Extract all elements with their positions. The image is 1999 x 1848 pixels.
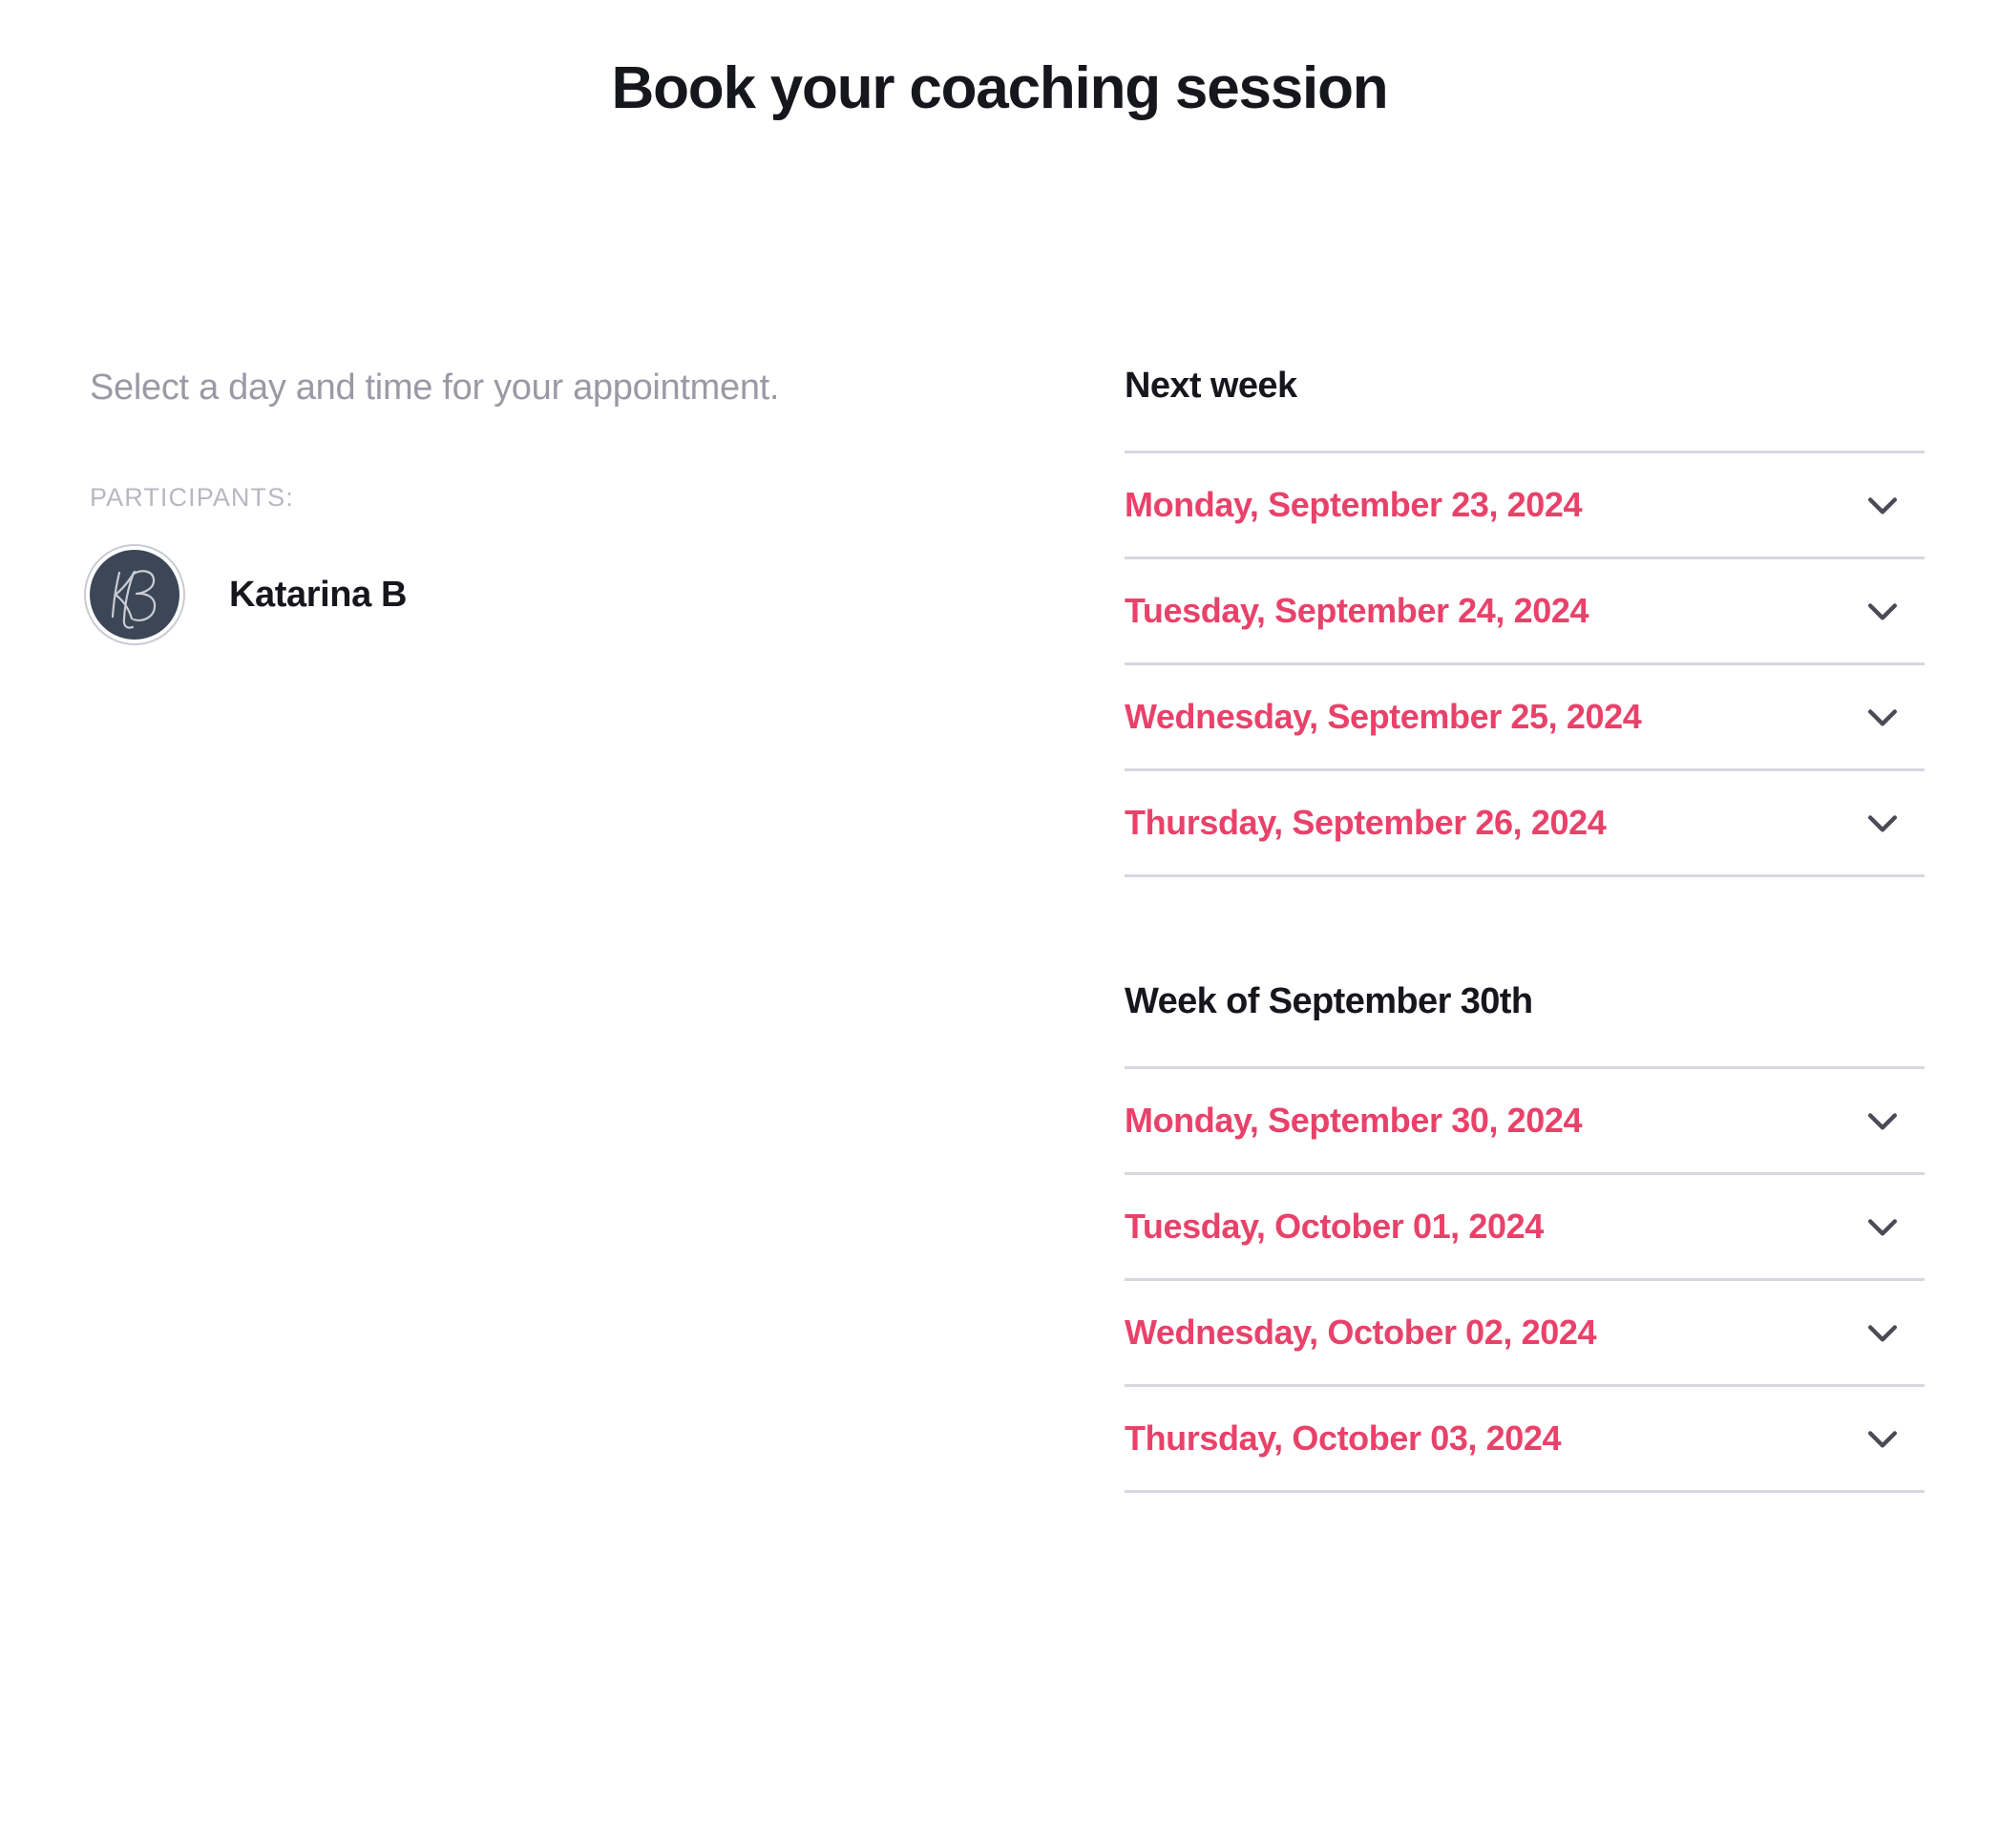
avatar [90,550,179,640]
chevron-down-icon [1867,709,1898,726]
chevron-down-icon [1867,1325,1898,1342]
chevron-down-icon [1867,603,1898,620]
day-label: Monday, September 30, 2024 [1125,1101,1583,1140]
booking-page: Book your coaching session Select a day … [0,0,1999,1848]
participants-label: PARTICIPANTS: [90,483,294,512]
chevron-down-icon [1867,1113,1898,1130]
day-row[interactable]: Thursday, September 26, 2024 [1125,771,1925,877]
week-group-september-30: Week of September 30th Monday, September… [1125,978,1925,1493]
day-row[interactable]: Thursday, October 03, 2024 [1125,1387,1925,1493]
day-label: Wednesday, September 25, 2024 [1125,697,1642,736]
participant-list: Katarina B [90,550,1054,640]
week-heading: Week of September 30th [1125,978,1925,1069]
chevron-down-icon [1867,497,1898,514]
booking-body: Select a day and time for your appointme… [0,363,1999,1848]
day-label: Tuesday, September 24, 2024 [1125,591,1589,630]
day-label: Monday, September 23, 2024 [1125,485,1583,524]
day-row[interactable]: Monday, September 30, 2024 [1125,1069,1925,1175]
week-heading: Next week [1125,363,1925,453]
day-row[interactable]: Tuesday, September 24, 2024 [1125,559,1925,665]
appointment-info-panel: Select a day and time for your appointme… [90,363,1054,640]
day-label: Wednesday, October 02, 2024 [1125,1312,1597,1352]
day-row[interactable]: Wednesday, October 02, 2024 [1125,1281,1925,1387]
chevron-down-icon [1867,1431,1898,1448]
chevron-down-icon [1867,815,1898,832]
participant-name: Katarina B [229,575,408,615]
day-label: Thursday, September 26, 2024 [1125,803,1607,842]
availability-panel: Next week Monday, September 23, 2024 Tue… [1125,363,1925,1493]
page-title: Book your coaching session [611,54,1389,121]
day-label: Tuesday, October 01, 2024 [1125,1207,1544,1246]
week-group-next-week: Next week Monday, September 23, 2024 Tue… [1125,363,1925,877]
chevron-down-icon [1867,1219,1898,1236]
day-row[interactable]: Wednesday, September 25, 2024 [1125,665,1925,771]
instruction-text: Select a day and time for your appointme… [90,368,780,408]
day-label: Thursday, October 03, 2024 [1125,1418,1562,1458]
day-row[interactable]: Monday, September 23, 2024 [1125,453,1925,559]
day-row[interactable]: Tuesday, October 01, 2024 [1125,1175,1925,1281]
